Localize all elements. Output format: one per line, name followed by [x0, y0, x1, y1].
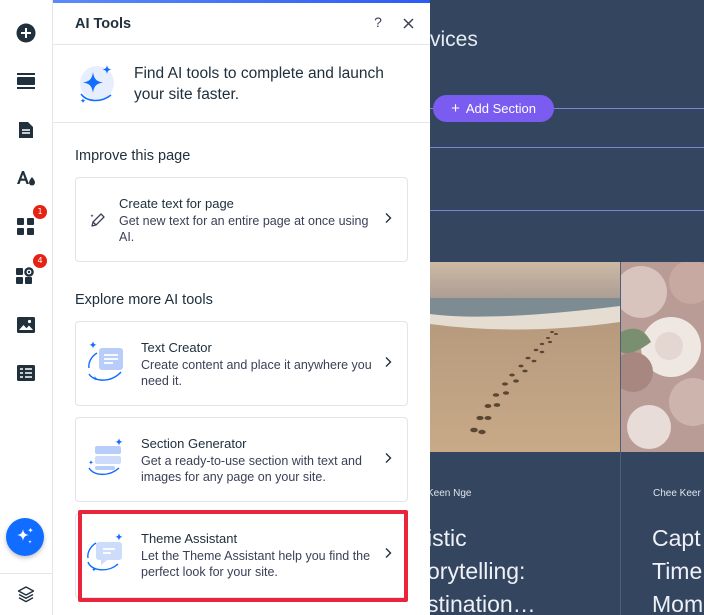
explore-section-title: Explore more AI tools	[75, 292, 213, 308]
post-title-line: orytelling:	[430, 558, 526, 584]
text-creator-card[interactable]: Text Creator Create content and place it…	[75, 321, 408, 406]
post-title-line: istic	[430, 525, 467, 551]
intro-text: Find AI tools to complete and launch you…	[134, 65, 384, 103]
post-title-line: Time	[652, 558, 703, 584]
left-toolbar: 1 4	[0, 0, 53, 615]
panel-header: AI Tools ?	[53, 3, 430, 45]
card-title: Section Generator	[141, 436, 247, 451]
plus-icon: +	[451, 100, 460, 117]
layers-button[interactable]	[0, 574, 52, 614]
card-description: Get new text for an entire page at once …	[119, 214, 369, 244]
section-generator-card[interactable]: Section Generator Get a ready-to-use sec…	[75, 417, 408, 502]
site-canvas: vices + Add Section Keen Nge istic oryte…	[430, 0, 704, 615]
apps-badge: 1	[33, 205, 47, 219]
add-elements-button[interactable]	[0, 13, 52, 53]
cms-button[interactable]	[0, 353, 52, 393]
card-title: Text Creator	[141, 340, 212, 355]
ai-tools-button[interactable]	[6, 518, 44, 556]
design-icon	[17, 171, 35, 186]
media-icon	[17, 317, 35, 333]
chevron-right-icon	[385, 213, 392, 223]
theme-assistant-card[interactable]: Theme Assistant Let the Theme Assistant …	[75, 513, 408, 598]
post-title-line: Mom	[652, 591, 704, 615]
ai-tools-panel: AI Tools ? Find AI tools to complete and…	[53, 0, 430, 615]
grid-line	[430, 147, 704, 148]
post-title-line: Capt	[652, 525, 701, 551]
card-title: Create text for page	[119, 196, 234, 211]
pages-icon	[19, 122, 33, 138]
intro-banner: Find AI tools to complete and launch you…	[53, 46, 430, 123]
post-title[interactable]: istic orytelling: stination…	[430, 522, 536, 615]
post-title[interactable]: Capt Time Mom	[652, 522, 703, 615]
panel-title: AI Tools	[75, 16, 132, 32]
help-button[interactable]: ?	[371, 14, 385, 32]
sections-icon	[17, 73, 35, 89]
text-creator-icon	[85, 338, 129, 391]
card-description: Let the Theme Assistant help you find th…	[141, 549, 371, 579]
cms-icon	[17, 365, 35, 381]
add-section-button[interactable]: + Add Section	[433, 95, 554, 122]
pages-button[interactable]	[0, 110, 52, 150]
post-author: Keen Nge	[430, 488, 472, 499]
apps-icon	[17, 218, 34, 235]
card-description: Get a ready-to-use section with text and…	[141, 454, 362, 484]
business-apps-icon	[16, 267, 34, 284]
section-generator-icon	[85, 434, 129, 487]
card-title: Theme Assistant	[141, 531, 238, 546]
sections-button[interactable]	[0, 61, 52, 101]
add-section-label: Add Section	[465, 101, 536, 116]
flowers-image[interactable]	[621, 262, 704, 452]
chevron-right-icon	[385, 357, 392, 367]
chevron-right-icon	[385, 453, 392, 463]
media-button[interactable]	[0, 305, 52, 345]
ai-sparkle-icon	[75, 60, 119, 111]
close-icon	[402, 17, 414, 29]
create-text-for-page-card[interactable]: Create text for page Get new text for an…	[75, 177, 408, 262]
post-author: Chee Keer	[653, 488, 701, 499]
chevron-right-icon	[385, 548, 392, 558]
section-heading: vices	[430, 28, 478, 51]
design-button[interactable]	[0, 158, 52, 198]
beach-footprints-image[interactable]	[430, 262, 620, 452]
close-button[interactable]	[400, 15, 416, 31]
layers-icon	[17, 586, 35, 603]
theme-assistant-icon	[85, 530, 129, 583]
grid-line	[430, 210, 704, 211]
add-icon	[16, 23, 36, 43]
sparkle-icon	[17, 527, 34, 544]
pencil-sparkle-icon	[89, 211, 107, 234]
post-title-line: stination…	[430, 591, 536, 615]
card-description: Create content and place it anywhere you…	[141, 358, 372, 388]
improve-section-title: Improve this page	[75, 148, 191, 164]
business-apps-badge: 4	[33, 254, 47, 268]
